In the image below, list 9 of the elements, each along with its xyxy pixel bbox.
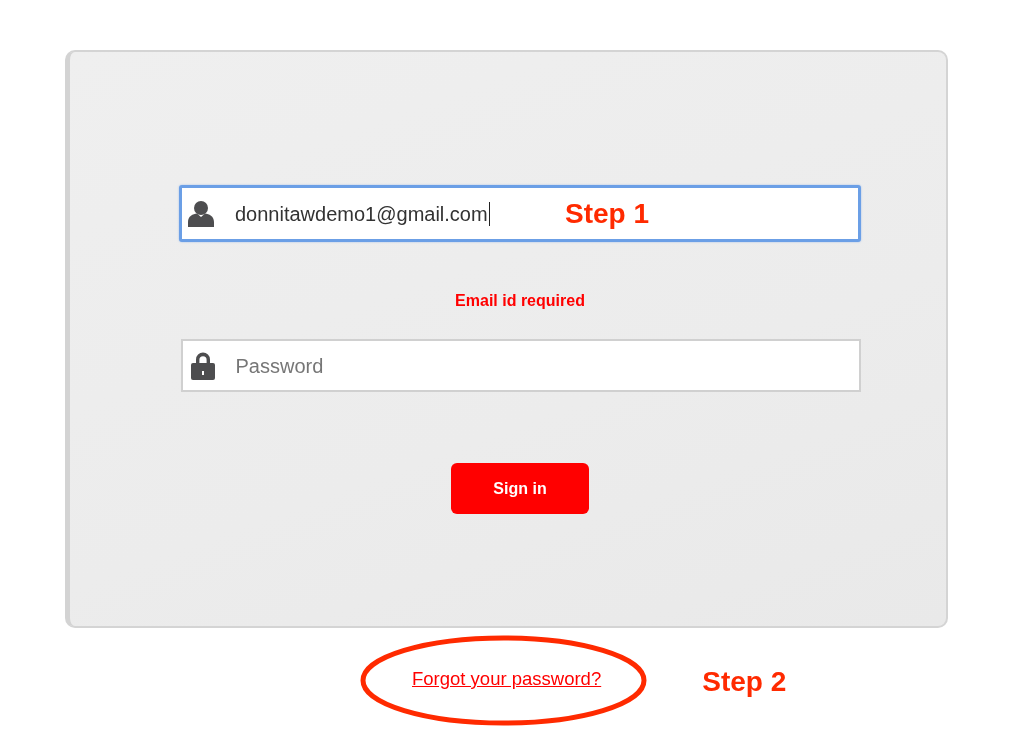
- sign-in-button[interactable]: Sign in: [451, 463, 589, 514]
- error-message: Email id required: [455, 292, 585, 310]
- step-annotation: Step 1: [565, 198, 650, 230]
- text-cursor-icon: [488, 201, 490, 226]
- lock-icon: [190, 351, 215, 380]
- password-field[interactable]: Password: [180, 339, 861, 392]
- step-annotation: Step 2: [702, 665, 787, 698]
- person-icon: [188, 200, 214, 227]
- forgot-password-link[interactable]: Forgot your password?: [412, 669, 602, 689]
